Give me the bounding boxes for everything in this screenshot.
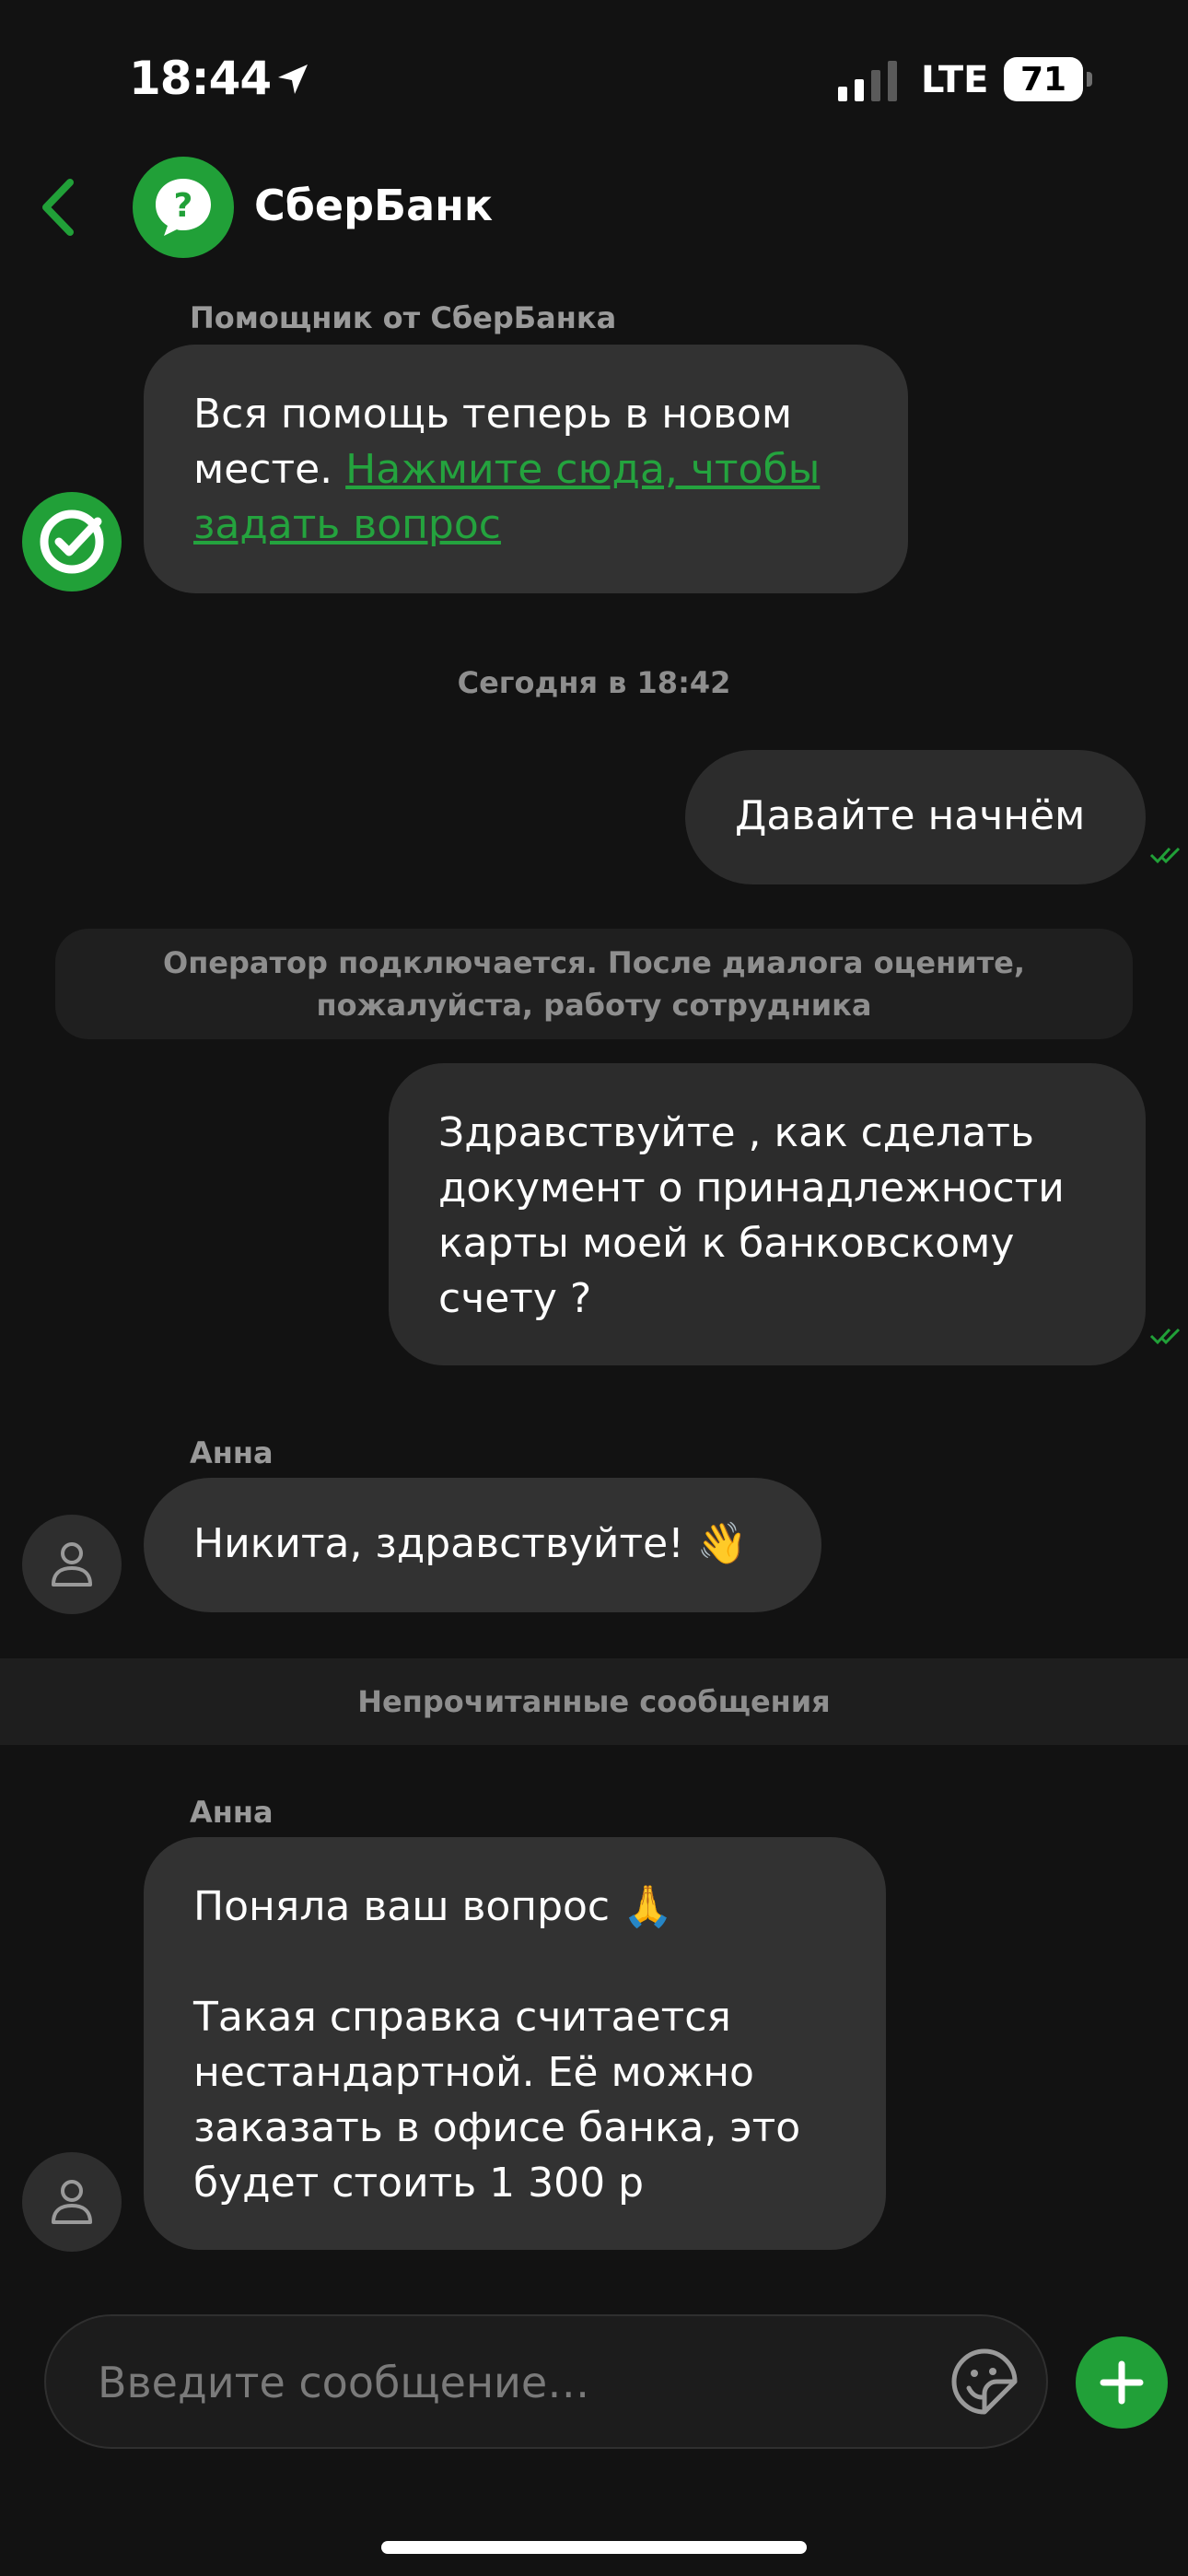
battery-nub [1087, 72, 1092, 87]
message-input[interactable] [96, 2316, 928, 2449]
chat-title: СберБанк [254, 181, 494, 230]
home-indicator [381, 2541, 807, 2554]
operator-message-line: Такая справка считается нестандартной. Е… [193, 1994, 801, 2207]
outgoing-message: Давайте начнём [685, 750, 1146, 884]
user-icon [52, 2180, 92, 2224]
location-arrow-icon [278, 64, 308, 94]
sber-check-icon [40, 509, 104, 574]
attach-plus-button[interactable] [1076, 2336, 1168, 2429]
operator-sender-name: Анна [190, 1435, 274, 1470]
bot-message-bubble: Вся помощь теперь в новом месте. Нажмите… [144, 345, 908, 593]
outgoing-message: Здравствуйте , как сделать документ о пр… [389, 1063, 1146, 1365]
network-type: LTE [921, 59, 989, 101]
operator-message: Поняла ваш вопрос 🙏 Такая справка считае… [144, 1837, 886, 2250]
back-chevron-icon[interactable] [37, 175, 83, 240]
bot-sender-name: Помощник от СберБанка [190, 300, 617, 335]
operator-avatar [22, 1515, 122, 1614]
system-notice-text: Оператор подключается. После диалога оце… [162, 945, 1025, 1023]
date-divider: Сегодня в 18:42 [457, 665, 731, 700]
unread-divider: Непрочитанные сообщения [0, 1658, 1188, 1745]
sticker-icon[interactable] [950, 2348, 1019, 2416]
unread-divider-text: Непрочитанные сообщения [357, 1684, 831, 1719]
user-icon [52, 1542, 92, 1587]
read-checks-icon [1149, 1328, 1181, 1345]
battery-indicator: 71 [1004, 57, 1083, 101]
operator-message: Никита, здравствуйте! 👋 [144, 1478, 821, 1612]
status-time: 18:44 [129, 52, 272, 105]
operator-message-line: Поняла ваш вопрос 🙏 [193, 1883, 673, 1930]
read-checks-icon [1149, 847, 1181, 864]
message-composer [44, 2314, 1048, 2449]
system-notice: Оператор подключается. После диалога оце… [55, 929, 1133, 1039]
svg-text:?: ? [174, 187, 193, 225]
plus-icon [1100, 2360, 1144, 2405]
operator-sender-name: Анна [190, 1795, 274, 1830]
signal-bars-icon [838, 61, 897, 101]
help-bubble-icon: ? [156, 179, 211, 236]
chat-logo-avatar[interactable]: ? [133, 157, 234, 258]
sber-avatar [22, 492, 122, 591]
operator-avatar [22, 2152, 122, 2252]
